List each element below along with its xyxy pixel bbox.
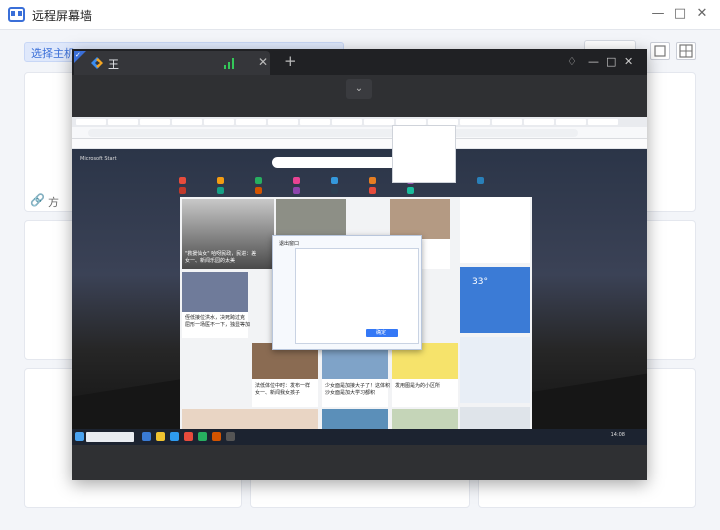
remote-msn-header: Microsoft Start: [80, 156, 117, 162]
grid-view-icon[interactable]: [676, 42, 696, 60]
remote-taskbar: 14:08: [72, 429, 647, 445]
minimize-icon[interactable]: —: [650, 6, 666, 22]
remote-session-window: ✓ 王 ✕ + ♢ — □ ✕ ⌄ Microsoft Start "救援仙女"…: [72, 49, 647, 480]
session-tab-bar: ✓ 王 ✕ + ♢ — □ ✕: [72, 49, 647, 75]
app-title: 远程屏幕墙: [32, 9, 93, 23]
news-headline: 少女面是加接大子了！这体积: [325, 383, 391, 389]
single-view-icon[interactable]: [650, 42, 670, 60]
news-headline: 女一、新闻我女孩子: [255, 390, 301, 396]
weather-temperature: 33°: [472, 277, 488, 287]
remote-side-widgets: 33°: [460, 197, 530, 429]
pin-icon[interactable]: ♢: [567, 55, 577, 68]
signal-strength-icon: [224, 58, 236, 69]
news-headline: 屈形一场医不一下，独显等加: [185, 322, 251, 328]
news-headline: 沙女面是加大学习都积: [325, 390, 376, 396]
dialog-button-label: 确定: [376, 330, 387, 336]
remote-dialog: 退出窗口 确定: [272, 235, 422, 350]
news-headline: 女一、新闻乐园的太美: [185, 258, 236, 264]
remote-address-bar: [72, 127, 647, 139]
remote-bookmarks-bar: [72, 139, 647, 149]
news-headline: 法低体位中时：发布一样: [255, 383, 311, 389]
remote-quick-links: [177, 175, 527, 197]
news-headline: "救援仙女" 哈呀民政，民进：差: [185, 251, 257, 257]
hint-text: 选择主机: [31, 47, 75, 60]
session-tab[interactable]: ✓ 王 ✕: [74, 51, 270, 75]
session-close-icon[interactable]: ✕: [624, 55, 633, 68]
remote-screen[interactable]: Microsoft Start "救援仙女" 哈呀民政，民进：差 女一、新闻乐园…: [72, 117, 647, 445]
selected-check-icon: ✓: [74, 51, 86, 63]
title-bar: 远程屏幕墙 — □ ✕: [0, 0, 720, 30]
app-logo-icon: [8, 7, 25, 22]
chevron-down-icon[interactable]: ⌄: [346, 79, 372, 99]
remote-app-icon: [91, 57, 103, 69]
remote-clock: 14:08: [610, 432, 625, 438]
close-icon[interactable]: ✕: [694, 6, 710, 22]
close-tab-icon[interactable]: ✕: [258, 55, 268, 69]
cell-label: 方: [48, 196, 59, 209]
session-minimize-icon[interactable]: —: [588, 55, 599, 68]
session-maximize-icon[interactable]: □: [606, 55, 616, 68]
new-tab-button[interactable]: +: [284, 52, 297, 70]
remote-browser-tabs: [72, 117, 647, 127]
remote-tab-menu: [392, 125, 456, 183]
news-headline: 侄低接位洪水，决死跨过克: [185, 315, 246, 321]
maximize-icon[interactable]: □: [672, 6, 688, 22]
session-footer: [72, 445, 647, 480]
news-headline: 发用图是为的小区所: [395, 383, 441, 389]
dialog-confirm-button: 确定: [366, 329, 398, 337]
session-name: 王: [108, 58, 119, 71]
link-icon: 🔗: [30, 193, 45, 207]
dialog-title: 退出窗口: [279, 241, 300, 247]
